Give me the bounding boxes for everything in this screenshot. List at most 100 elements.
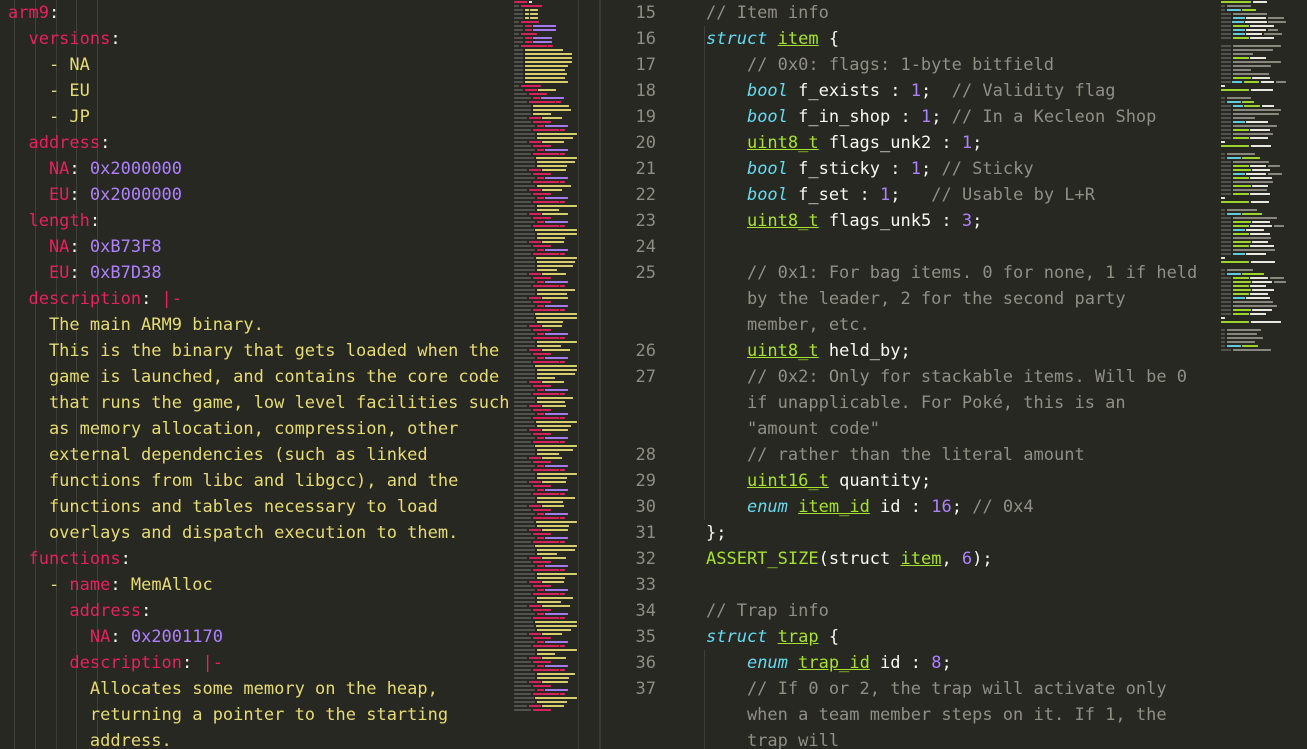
c-line-content[interactable]: // If 0 or 2, the trap will activate onl…: [669, 676, 1287, 702]
yaml-line-content[interactable]: functions and tables necessary to load: [0, 494, 600, 520]
yaml-line-content[interactable]: external dependencies (such as linked: [0, 442, 600, 468]
yaml-line[interactable]: arm9:: [0, 0, 600, 26]
c-line[interactable]: 21 bool f_sticky : 1; // Sticky: [601, 156, 1287, 182]
c-line[interactable]: 19 bool f_in_shop : 1; // In a Kecleon S…: [601, 104, 1287, 130]
yaml-line-content[interactable]: NA: 0xB73F8: [0, 234, 600, 260]
yaml-line[interactable]: description: |-: [0, 286, 600, 312]
c-line[interactable]: 29 uint16_t quantity;: [601, 468, 1287, 494]
yaml-line[interactable]: This is the binary that gets loaded when…: [0, 338, 600, 364]
c-line-content[interactable]: trap will: [669, 728, 1287, 749]
editor-pane-yaml[interactable]: arm9: versions: - NA - EU - JP address: …: [0, 0, 600, 749]
yaml-line-content[interactable]: - NA: [0, 52, 600, 78]
yaml-line[interactable]: - EU: [0, 78, 600, 104]
c-line-content[interactable]: uint8_t held_by;: [669, 338, 1287, 364]
yaml-line-list[interactable]: arm9: versions: - NA - EU - JP address: …: [0, 0, 600, 749]
c-line[interactable]: 28 // rather than the literal amount: [601, 442, 1287, 468]
yaml-line-content[interactable]: functions from libc and libgcc), and the: [0, 468, 600, 494]
c-line-content[interactable]: enum trap_id id : 8;: [669, 650, 1287, 676]
yaml-line[interactable]: versions:: [0, 26, 600, 52]
c-line[interactable]: 23 uint8_t flags_unk5 : 3;: [601, 208, 1287, 234]
c-line[interactable]: 35 struct trap {: [601, 624, 1287, 650]
c-line-content[interactable]: bool f_set : 1; // Usable by L+R: [669, 182, 1287, 208]
c-line-content[interactable]: "amount code": [669, 416, 1287, 442]
c-line-list[interactable]: 15// Item info 16 struct item {17 // 0x0: …: [601, 0, 1287, 749]
yaml-line[interactable]: NA: 0xB73F8: [0, 234, 600, 260]
c-line-content[interactable]: ASSERT_SIZE(struct item, 6);: [669, 546, 1287, 572]
c-line[interactable]: trap will: [601, 728, 1287, 749]
c-line-content[interactable]: uint8_t flags_unk2 : 1;: [669, 130, 1287, 156]
yaml-line-content[interactable]: as memory allocation, compression, other: [0, 416, 600, 442]
yaml-line[interactable]: functions from libc and libgcc), and the: [0, 468, 600, 494]
yaml-line-content[interactable]: versions:: [0, 26, 600, 52]
c-line-content[interactable]: uint16_t quantity;: [669, 468, 1287, 494]
c-line[interactable]: 34 // Trap info: [601, 598, 1287, 624]
c-code-area[interactable]: 15// Item info 16 struct item {17 // 0x0: …: [601, 0, 1287, 749]
c-line-content[interactable]: enum item_id id : 16; // 0x4: [669, 494, 1287, 520]
yaml-line-content[interactable]: NA: 0x2000000: [0, 156, 600, 182]
c-line[interactable]: 33: [601, 572, 1287, 598]
yaml-line[interactable]: - NA: [0, 52, 600, 78]
yaml-line[interactable]: description: |-: [0, 650, 600, 676]
c-line-content[interactable]: // 0x0: flags: 1-byte bitfield: [669, 52, 1287, 78]
c-line[interactable]: "amount code": [601, 416, 1287, 442]
c-line[interactable]: 37 // If 0 or 2, the trap will activate …: [601, 676, 1287, 702]
yaml-line-content[interactable]: overlays and dispatch execution to them.: [0, 520, 600, 546]
c-line-content[interactable]: bool f_in_shop : 1; // In a Kecleon Shop: [669, 104, 1287, 130]
yaml-line-content[interactable]: EU: 0x2000000: [0, 182, 600, 208]
yaml-line-content[interactable]: EU: 0xB7D38: [0, 260, 600, 286]
yaml-line-content[interactable]: - EU: [0, 78, 600, 104]
c-line-content[interactable]: [669, 234, 1287, 260]
yaml-line-content[interactable]: returning a pointer to the starting: [0, 702, 600, 728]
c-line[interactable]: 22 bool f_set : 1; // Usable by L+R: [601, 182, 1287, 208]
yaml-line-content[interactable]: description: |-: [0, 286, 600, 312]
c-line-content[interactable]: bool f_sticky : 1; // Sticky: [669, 156, 1287, 182]
yaml-line[interactable]: EU: 0xB7D38: [0, 260, 600, 286]
editor-pane-c[interactable]: 15// Item info 16 struct item {17 // 0x0: …: [600, 0, 1287, 749]
yaml-line[interactable]: game is launched, and contains the core …: [0, 364, 600, 390]
yaml-line-content[interactable]: that runs the game, low level facilities…: [0, 390, 600, 416]
c-line-content[interactable]: // Trap info: [669, 598, 1287, 624]
c-line-content[interactable]: // 0x1: For bag items. 0 for none, 1 if …: [669, 260, 1287, 286]
c-line-content[interactable]: uint8_t flags_unk5 : 3;: [669, 208, 1287, 234]
yaml-line-content[interactable]: The main ARM9 binary.: [0, 312, 600, 338]
c-line-content[interactable]: [669, 572, 1287, 598]
c-line-content[interactable]: };: [669, 520, 1287, 546]
yaml-line[interactable]: address:: [0, 130, 600, 156]
yaml-line-content[interactable]: length:: [0, 208, 600, 234]
c-line-content[interactable]: when a team member steps on it. If 1, th…: [669, 702, 1287, 728]
c-line[interactable]: 32 ASSERT_SIZE(struct item, 6);: [601, 546, 1287, 572]
c-line[interactable]: 36 enum trap_id id : 8;: [601, 650, 1287, 676]
c-line-content[interactable]: struct trap {: [669, 624, 1287, 650]
c-line[interactable]: 25 // 0x1: For bag items. 0 for none, 1 …: [601, 260, 1287, 286]
yaml-line-content[interactable]: - name: MemAlloc: [0, 572, 600, 598]
c-minimap[interactable]: [1220, 0, 1287, 749]
c-line[interactable]: member, etc.: [601, 312, 1287, 338]
yaml-minimap[interactable]: [513, 0, 578, 749]
yaml-line-content[interactable]: Allocates some memory on the heap,: [0, 676, 600, 702]
c-line-content[interactable]: bool f_exists : 1; // Validity flag: [669, 78, 1287, 104]
yaml-line[interactable]: address.: [0, 728, 600, 749]
yaml-line[interactable]: as memory allocation, compression, other: [0, 416, 600, 442]
c-line[interactable]: if unapplicable. For Poké, this is an: [601, 390, 1287, 416]
yaml-line-content[interactable]: NA: 0x2001170: [0, 624, 600, 650]
c-line-content[interactable]: by the leader, 2 for the second party: [669, 286, 1287, 312]
yaml-line-content[interactable]: address:: [0, 130, 600, 156]
c-line-content[interactable]: // Item info: [669, 0, 1287, 26]
yaml-line[interactable]: length:: [0, 208, 600, 234]
c-line-content[interactable]: // rather than the literal amount: [669, 442, 1287, 468]
yaml-line[interactable]: NA: 0x2001170: [0, 624, 600, 650]
c-line[interactable]: when a team member steps on it. If 1, th…: [601, 702, 1287, 728]
c-line[interactable]: 24: [601, 234, 1287, 260]
c-line-content[interactable]: // 0x2: Only for stackable items. Will b…: [669, 364, 1287, 390]
yaml-line-content[interactable]: address.: [0, 728, 600, 749]
c-line-content[interactable]: if unapplicable. For Poké, this is an: [669, 390, 1287, 416]
yaml-line-content[interactable]: - JP: [0, 104, 600, 130]
yaml-line[interactable]: that runs the game, low level facilities…: [0, 390, 600, 416]
c-line[interactable]: 30 enum item_id id : 16; // 0x4: [601, 494, 1287, 520]
yaml-line[interactable]: - JP: [0, 104, 600, 130]
yaml-line[interactable]: functions and tables necessary to load: [0, 494, 600, 520]
yaml-line[interactable]: overlays and dispatch execution to them.: [0, 520, 600, 546]
yaml-line-content[interactable]: description: |-: [0, 650, 600, 676]
yaml-line-content[interactable]: arm9:: [0, 0, 600, 26]
c-line-content[interactable]: member, etc.: [669, 312, 1287, 338]
